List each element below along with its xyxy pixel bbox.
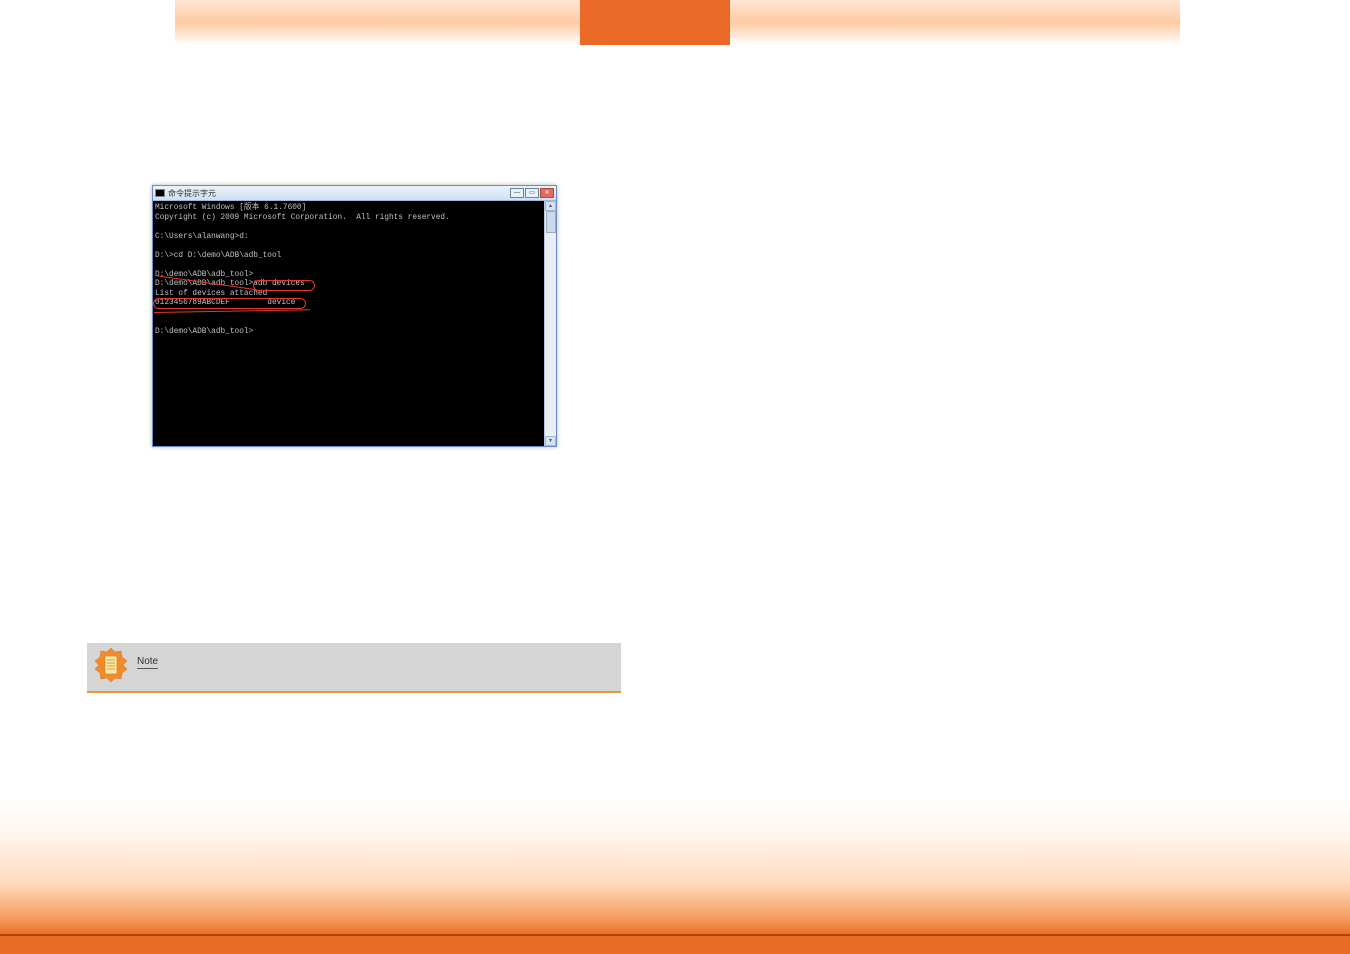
note-label: Note: [137, 656, 158, 669]
cmd-body-wrap: Microsoft Windows [版本 6.1.7600] Copyrigh…: [153, 201, 556, 446]
minimize-button[interactable]: —: [510, 188, 524, 198]
footer-bottom-bar: [0, 936, 1350, 954]
header-gradient-left: [175, 0, 580, 45]
command-prompt-window: 命令提示字元 — ▭ ✕ Microsoft Windows [版本 6.1.7…: [152, 185, 557, 447]
cmd-device-status: device: [230, 299, 296, 307]
cmd-adb-devices: adb devices: [253, 280, 304, 288]
note-box: Note: [87, 643, 621, 693]
cmd-line: C:\Users\alanwang>d:: [155, 233, 249, 241]
cmd-body: Microsoft Windows [版本 6.1.7600] Copyrigh…: [153, 201, 544, 446]
annotation-stroke: [154, 309, 310, 313]
header-gradient-right: [730, 0, 1180, 45]
scroll-up-button[interactable]: ▴: [545, 201, 556, 211]
cmd-line: Microsoft Windows [版本 6.1.7600]: [155, 204, 306, 212]
cmd-icon: [155, 189, 165, 197]
cmd-line: D:\demo\ADB\adb_tool>: [155, 328, 253, 336]
scroll-thumb[interactable]: [546, 211, 556, 233]
header-bar: [0, 0, 1350, 45]
cmd-window-title: 命令提示字元: [168, 188, 510, 199]
cmd-line: List of devices attached: [155, 290, 267, 298]
window-buttons: — ▭ ✕: [510, 188, 554, 198]
scroll-down-button[interactable]: ▾: [545, 436, 556, 446]
header-tab-active: [580, 0, 730, 45]
cmd-scrollbar[interactable]: ▴ ▾: [544, 201, 556, 446]
maximize-button[interactable]: ▭: [525, 188, 539, 198]
footer-gradient: [0, 799, 1350, 954]
cmd-device-id: 0123456789ABCDEF: [155, 299, 230, 307]
cmd-line: Copyright (c) 2009 Microsoft Corporation…: [155, 214, 450, 222]
close-button[interactable]: ✕: [540, 188, 554, 198]
note-icon: [95, 648, 127, 682]
cmd-titlebar: 命令提示字元 — ▭ ✕: [153, 186, 556, 201]
cmd-line: D:\>cd D:\demo\ADB\adb_tool: [155, 252, 281, 260]
